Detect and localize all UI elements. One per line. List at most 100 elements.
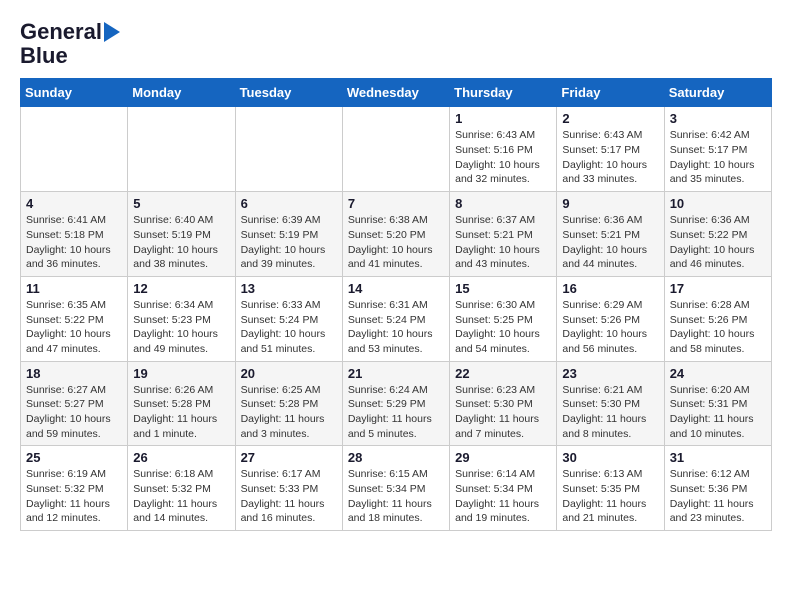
- day-detail: Sunrise: 6:28 AMSunset: 5:26 PMDaylight:…: [670, 298, 766, 357]
- calendar-cell: 25Sunrise: 6:19 AMSunset: 5:32 PMDayligh…: [21, 446, 128, 531]
- calendar-table: SundayMondayTuesdayWednesdayThursdayFrid…: [20, 78, 772, 531]
- calendar-week-row: 11 Sunrise: 6:35 AMSunset: 5:22 PMDayligh…: [21, 276, 772, 361]
- day-number: 13: [241, 281, 337, 296]
- day-header-wednesday: Wednesday: [342, 79, 449, 107]
- calendar-cell: 13 Sunrise: 6:33 AMSunset: 5:24 PMDayligh…: [235, 276, 342, 361]
- calendar-cell: 31Sunrise: 6:12 AMSunset: 5:36 PMDayligh…: [664, 446, 771, 531]
- day-number: 18: [26, 366, 122, 381]
- calendar-cell: 20 Sunrise: 6:25 AMSunset: 5:28 PMDayligh…: [235, 361, 342, 446]
- day-detail: Sunrise: 6:23 AMSunset: 5:30 PMDaylight:…: [455, 383, 551, 442]
- calendar-cell: 17 Sunrise: 6:28 AMSunset: 5:26 PMDayligh…: [664, 276, 771, 361]
- calendar-cell: 26 Sunrise: 6:18 AMSunset: 5:32 PMDayligh…: [128, 446, 235, 531]
- calendar-cell: 8 Sunrise: 6:37 AMSunset: 5:21 PMDaylight…: [450, 192, 557, 277]
- day-header-friday: Friday: [557, 79, 664, 107]
- day-detail: Sunrise: 6:24 AMSunset: 5:29 PMDaylight:…: [348, 383, 444, 442]
- day-detail: Sunrise: 6:30 AMSunset: 5:25 PMDaylight:…: [455, 298, 551, 357]
- day-number: 17: [670, 281, 766, 296]
- calendar-cell: [342, 107, 449, 192]
- logo-general: General: [20, 20, 102, 44]
- calendar-cell: 6 Sunrise: 6:39 AMSunset: 5:19 PMDaylight…: [235, 192, 342, 277]
- calendar-cell: 5Sunrise: 6:40 AMSunset: 5:19 PMDaylight…: [128, 192, 235, 277]
- day-detail: Sunrise: 6:27 AMSunset: 5:27 PMDaylight:…: [26, 383, 122, 442]
- calendar-cell: [235, 107, 342, 192]
- day-detail: Sunrise: 6:36 AMSunset: 5:22 PMDaylight:…: [670, 213, 766, 272]
- day-detail: Sunrise: 6:26 AMSunset: 5:28 PMDaylight:…: [133, 383, 229, 442]
- day-number: 2: [562, 111, 658, 126]
- day-detail: Sunrise: 6:33 AMSunset: 5:24 PMDaylight:…: [241, 298, 337, 357]
- day-detail: Sunrise: 6:21 AMSunset: 5:30 PMDaylight:…: [562, 383, 658, 442]
- day-number: 24: [670, 366, 766, 381]
- day-number: 11: [26, 281, 122, 296]
- day-detail: Sunrise: 6:31 AMSunset: 5:24 PMDaylight:…: [348, 298, 444, 357]
- day-detail: Sunrise: 6:13 AMSunset: 5:35 PMDaylight:…: [562, 467, 658, 526]
- day-number: 27: [241, 450, 337, 465]
- day-number: 3: [670, 111, 766, 126]
- day-detail: Sunrise: 6:15 AMSunset: 5:34 PMDaylight:…: [348, 467, 444, 526]
- day-detail: Sunrise: 6:29 AMSunset: 5:26 PMDaylight:…: [562, 298, 658, 357]
- calendar-cell: 9 Sunrise: 6:36 AMSunset: 5:21 PMDaylight…: [557, 192, 664, 277]
- logo: General Blue: [20, 20, 120, 68]
- day-number: 6: [241, 196, 337, 211]
- day-number: 20: [241, 366, 337, 381]
- calendar-week-row: 25Sunrise: 6:19 AMSunset: 5:32 PMDayligh…: [21, 446, 772, 531]
- day-header-saturday: Saturday: [664, 79, 771, 107]
- logo-arrow-icon: [104, 22, 120, 42]
- calendar-cell: [21, 107, 128, 192]
- calendar-cell: 7 Sunrise: 6:38 AMSunset: 5:20 PMDaylight…: [342, 192, 449, 277]
- day-number: 7: [348, 196, 444, 211]
- day-detail: Sunrise: 6:42 AMSunset: 5:17 PMDaylight:…: [670, 128, 766, 187]
- day-number: 5: [133, 196, 229, 211]
- day-detail: Sunrise: 6:43 AMSunset: 5:17 PMDaylight:…: [562, 128, 658, 187]
- day-header-tuesday: Tuesday: [235, 79, 342, 107]
- day-detail: Sunrise: 6:36 AMSunset: 5:21 PMDaylight:…: [562, 213, 658, 272]
- day-detail: Sunrise: 6:35 AMSunset: 5:22 PMDaylight:…: [26, 298, 122, 357]
- day-detail: Sunrise: 6:17 AMSunset: 5:33 PMDaylight:…: [241, 467, 337, 526]
- day-header-sunday: Sunday: [21, 79, 128, 107]
- day-number: 10: [670, 196, 766, 211]
- day-detail: Sunrise: 6:41 AMSunset: 5:18 PMDaylight:…: [26, 213, 122, 272]
- calendar-week-row: 18 Sunrise: 6:27 AMSunset: 5:27 PMDayligh…: [21, 361, 772, 446]
- day-detail: Sunrise: 6:14 AMSunset: 5:34 PMDaylight:…: [455, 467, 551, 526]
- day-number: 4: [26, 196, 122, 211]
- day-number: 23: [562, 366, 658, 381]
- day-detail: Sunrise: 6:38 AMSunset: 5:20 PMDaylight:…: [348, 213, 444, 272]
- day-detail: Sunrise: 6:18 AMSunset: 5:32 PMDaylight:…: [133, 467, 229, 526]
- day-number: 29: [455, 450, 551, 465]
- day-number: 1: [455, 111, 551, 126]
- calendar-cell: 27 Sunrise: 6:17 AMSunset: 5:33 PMDayligh…: [235, 446, 342, 531]
- calendar-cell: 14 Sunrise: 6:31 AMSunset: 5:24 PMDayligh…: [342, 276, 449, 361]
- day-number: 28: [348, 450, 444, 465]
- day-header-thursday: Thursday: [450, 79, 557, 107]
- day-number: 8: [455, 196, 551, 211]
- day-detail: Sunrise: 6:34 AMSunset: 5:23 PMDaylight:…: [133, 298, 229, 357]
- day-number: 9: [562, 196, 658, 211]
- calendar-week-row: 4 Sunrise: 6:41 AMSunset: 5:18 PMDaylight…: [21, 192, 772, 277]
- calendar-cell: 28 Sunrise: 6:15 AMSunset: 5:34 PMDayligh…: [342, 446, 449, 531]
- day-number: 22: [455, 366, 551, 381]
- day-number: 25: [26, 450, 122, 465]
- logo-blue: Blue: [20, 44, 68, 68]
- day-detail: Sunrise: 6:39 AMSunset: 5:19 PMDaylight:…: [241, 213, 337, 272]
- calendar-cell: 4 Sunrise: 6:41 AMSunset: 5:18 PMDaylight…: [21, 192, 128, 277]
- day-detail: Sunrise: 6:37 AMSunset: 5:21 PMDaylight:…: [455, 213, 551, 272]
- calendar-cell: 1 Sunrise: 6:43 AMSunset: 5:16 PMDaylight…: [450, 107, 557, 192]
- calendar-cell: 15 Sunrise: 6:30 AMSunset: 5:25 PMDayligh…: [450, 276, 557, 361]
- day-number: 26: [133, 450, 229, 465]
- day-number: 30: [562, 450, 658, 465]
- day-number: 15: [455, 281, 551, 296]
- day-number: 19: [133, 366, 229, 381]
- calendar-cell: 21Sunrise: 6:24 AMSunset: 5:29 PMDayligh…: [342, 361, 449, 446]
- day-detail: Sunrise: 6:43 AMSunset: 5:16 PMDaylight:…: [455, 128, 551, 187]
- calendar-cell: 18 Sunrise: 6:27 AMSunset: 5:27 PMDayligh…: [21, 361, 128, 446]
- calendar-cell: 10 Sunrise: 6:36 AMSunset: 5:22 PMDayligh…: [664, 192, 771, 277]
- calendar-cell: 23 Sunrise: 6:21 AMSunset: 5:30 PMDayligh…: [557, 361, 664, 446]
- calendar-cell: 11 Sunrise: 6:35 AMSunset: 5:22 PMDayligh…: [21, 276, 128, 361]
- day-number: 14: [348, 281, 444, 296]
- day-header-monday: Monday: [128, 79, 235, 107]
- header: General Blue: [20, 20, 772, 68]
- calendar-cell: 29 Sunrise: 6:14 AMSunset: 5:34 PMDayligh…: [450, 446, 557, 531]
- calendar-cell: 16Sunrise: 6:29 AMSunset: 5:26 PMDayligh…: [557, 276, 664, 361]
- day-detail: Sunrise: 6:12 AMSunset: 5:36 PMDaylight:…: [670, 467, 766, 526]
- day-detail: Sunrise: 6:25 AMSunset: 5:28 PMDaylight:…: [241, 383, 337, 442]
- calendar-cell: [128, 107, 235, 192]
